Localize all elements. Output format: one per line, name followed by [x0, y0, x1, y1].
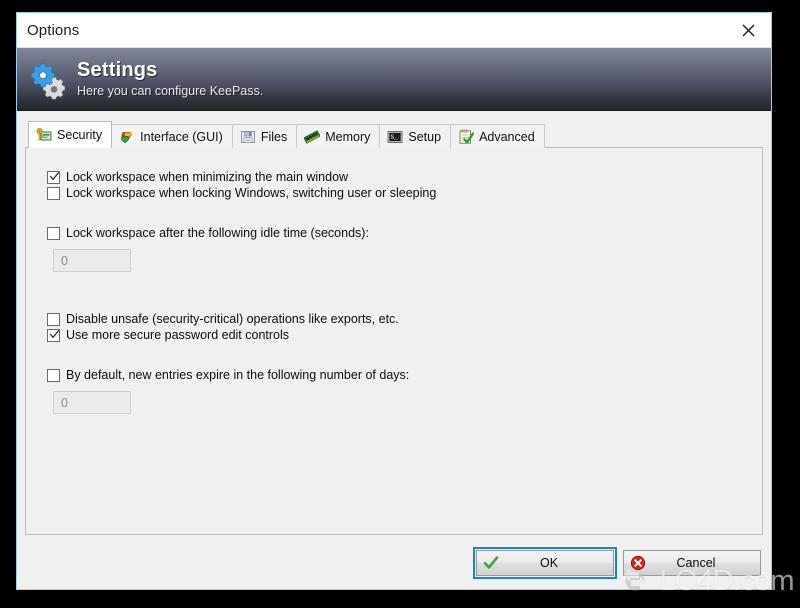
option-label: By default, new entries expire in the fo… [66, 368, 410, 382]
option-lock-on-windows-lock[interactable]: Lock workspace when locking Windows, swi… [26, 186, 762, 200]
option-lock-after-idle[interactable]: Lock workspace after the following idle … [26, 226, 762, 240]
hearts-icon [119, 129, 135, 145]
title-bar: Options [17, 13, 771, 48]
tab-setup[interactable]: S_ Setup [379, 124, 452, 148]
tab-security[interactable]: Security [28, 121, 113, 148]
tab-interface-gui[interactable]: Interface (GUI) [111, 124, 233, 148]
checklist-icon [458, 129, 475, 145]
checkbox[interactable] [47, 187, 60, 200]
green-check-icon [483, 555, 499, 571]
tab-advanced[interactable]: Advanced [450, 124, 545, 148]
screen: Options Settings Here you can configure … [0, 0, 800, 608]
svg-text:S_: S_ [391, 134, 399, 141]
tab-label: Memory [325, 129, 371, 144]
option-disable-unsafe[interactable]: Disable unsafe (security-critical) opera… [26, 312, 762, 326]
option-label: Lock workspace when minimizing the main … [66, 170, 349, 184]
option-label: Disable unsafe (security-critical) opera… [66, 312, 399, 326]
tab-label: Setup [408, 129, 442, 144]
checkbox[interactable] [47, 329, 60, 342]
tab-label: Interface (GUI) [140, 129, 223, 144]
close-icon[interactable] [725, 13, 771, 47]
security-tab-panel: Lock workspace when minimizing the main … [25, 147, 763, 535]
dialog-button-bar: OK Cancel [473, 547, 761, 579]
banner-title: Settings [77, 59, 158, 81]
settings-banner: Settings Here you can configure KeePass. [17, 48, 771, 111]
red-x-icon [630, 555, 646, 571]
option-lock-on-minimize[interactable]: Lock workspace when minimizing the main … [26, 170, 762, 184]
key-card-icon [36, 127, 52, 143]
dialog-body: Security Interface (GUI) Files Memory S_… [17, 111, 771, 589]
option-secure-edit-controls[interactable]: Use more secure password edit controls [26, 328, 762, 342]
cancel-button[interactable]: Cancel [623, 550, 761, 576]
tab-label: Advanced [479, 129, 535, 144]
option-default-expiry[interactable]: By default, new entries expire in the fo… [26, 368, 762, 382]
tab-strip: Security Interface (GUI) Files Memory S_… [25, 121, 763, 148]
checkbox[interactable] [47, 369, 60, 382]
checkbox[interactable] [47, 313, 60, 326]
expire-days-input[interactable]: 0 [53, 391, 131, 414]
option-label: Lock workspace after the following idle … [66, 226, 369, 240]
options-dialog: Options Settings Here you can configure … [16, 12, 772, 590]
console-icon: S_ [387, 129, 403, 145]
option-label: Lock workspace when locking Windows, swi… [66, 186, 437, 200]
ok-button-label: OK [539, 556, 559, 570]
gears-icon [23, 53, 75, 105]
cancel-button-label: Cancel [676, 556, 716, 570]
tab-label: Files [260, 129, 288, 144]
idle-time-input[interactable]: 0 [53, 249, 131, 272]
tab-files[interactable]: Files [231, 124, 298, 148]
ok-button[interactable]: OK [473, 547, 617, 579]
tab-memory[interactable]: Memory [296, 124, 381, 148]
window-title: Options [27, 21, 80, 39]
floppy-disk-icon [240, 129, 256, 145]
banner-text: Settings Here you can configure KeePass. [77, 59, 264, 99]
ram-stick-icon [303, 129, 321, 145]
banner-subtitle: Here you can configure KeePass. [77, 84, 264, 98]
checkbox[interactable] [47, 171, 60, 184]
checkbox[interactable] [47, 227, 60, 240]
option-label: Use more secure password edit controls [66, 328, 290, 342]
tab-label: Security [57, 128, 103, 142]
